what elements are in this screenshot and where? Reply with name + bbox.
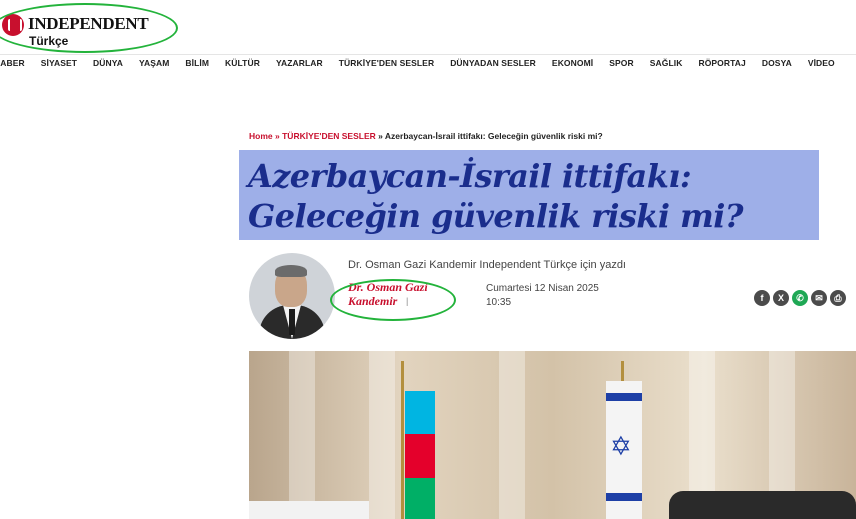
author-avatar[interactable] [249, 253, 335, 339]
article-hero-image: ✡ [249, 351, 856, 519]
nav-item-yasam[interactable]: YAŞAM [139, 58, 169, 72]
publish-datetime: Cumartesi 12 Nisan 2025 10:35 [486, 282, 599, 310]
breadcrumb-separator: » [378, 131, 383, 141]
article-byline: Dr. Osman Gazi Kandemir Independent Türk… [348, 259, 626, 271]
azerbaijan-flag [405, 391, 435, 519]
publish-time: 10:35 [486, 297, 512, 308]
nav-item-dosya[interactable]: DOSYA [762, 58, 792, 72]
print-icon[interactable]: ⎙ [830, 290, 846, 306]
eagle-logo-icon [2, 14, 24, 36]
site-logo[interactable]: INDEPENDENT Türkçe [0, 8, 180, 56]
nav-item-roportaj[interactable]: RÖPORTAJ [698, 58, 745, 72]
breadcrumb-home[interactable]: Home [249, 131, 273, 141]
nav-item-yazarlar[interactable]: YAZARLAR [276, 58, 323, 72]
logo-subtitle: Türkçe [29, 34, 69, 48]
nav-item-kultur[interactable]: KÜLTÜR [225, 58, 260, 72]
publish-date: Cumartesi 12 Nisan 2025 [486, 283, 599, 294]
nav-item-saglik[interactable]: SAĞLIK [650, 58, 683, 72]
whatsapp-icon[interactable]: ✆ [792, 290, 808, 306]
breadcrumb: Home » TÜRKİYE'DEN SESLER » Azerbaycan-İ… [249, 131, 603, 141]
nav-item-haber[interactable]: HABER [0, 58, 25, 72]
nav-item-siyaset[interactable]: SİYASET [41, 58, 77, 72]
nav-item-video[interactable]: VİDEO [808, 58, 835, 72]
logo-title: INDEPENDENT [28, 14, 149, 33]
nav-item-spor[interactable]: SPOR [609, 58, 634, 72]
breadcrumb-separator: » [275, 131, 280, 141]
breadcrumb-current: Azerbaycan-İsrail ittifakı: Geleceğin gü… [384, 131, 603, 141]
nav-item-dunya[interactable]: DÜNYA [93, 58, 123, 72]
main-nav: HABER SİYASET DÜNYA YAŞAM BİLİM KÜLTÜR Y… [0, 58, 851, 72]
page-title: Azerbaycan-İsrail ittifakı: Geleceğin gü… [248, 157, 744, 235]
nav-item-turkiyeden-sesler[interactable]: TÜRKİYE'DEN SESLER [339, 58, 434, 72]
israel-flag: ✡ [606, 381, 642, 519]
nav-item-bilim[interactable]: BİLİM [185, 58, 209, 72]
author-name-link[interactable]: Dr. Osman Gazi Kandemir [348, 280, 448, 308]
nav-item-dunyadan-sesler[interactable]: DÜNYADAN SESLER [450, 58, 536, 72]
author-separator: | [406, 296, 409, 306]
nav-divider [0, 54, 856, 55]
share-bar: f X ✆ ✉ ⎙ [754, 290, 846, 306]
nav-item-ekonomi[interactable]: EKONOMİ [552, 58, 593, 72]
email-icon[interactable]: ✉ [811, 290, 827, 306]
x-icon[interactable]: X [773, 290, 789, 306]
facebook-icon[interactable]: f [754, 290, 770, 306]
breadcrumb-section[interactable]: TÜRKİYE'DEN SESLER [282, 131, 376, 141]
